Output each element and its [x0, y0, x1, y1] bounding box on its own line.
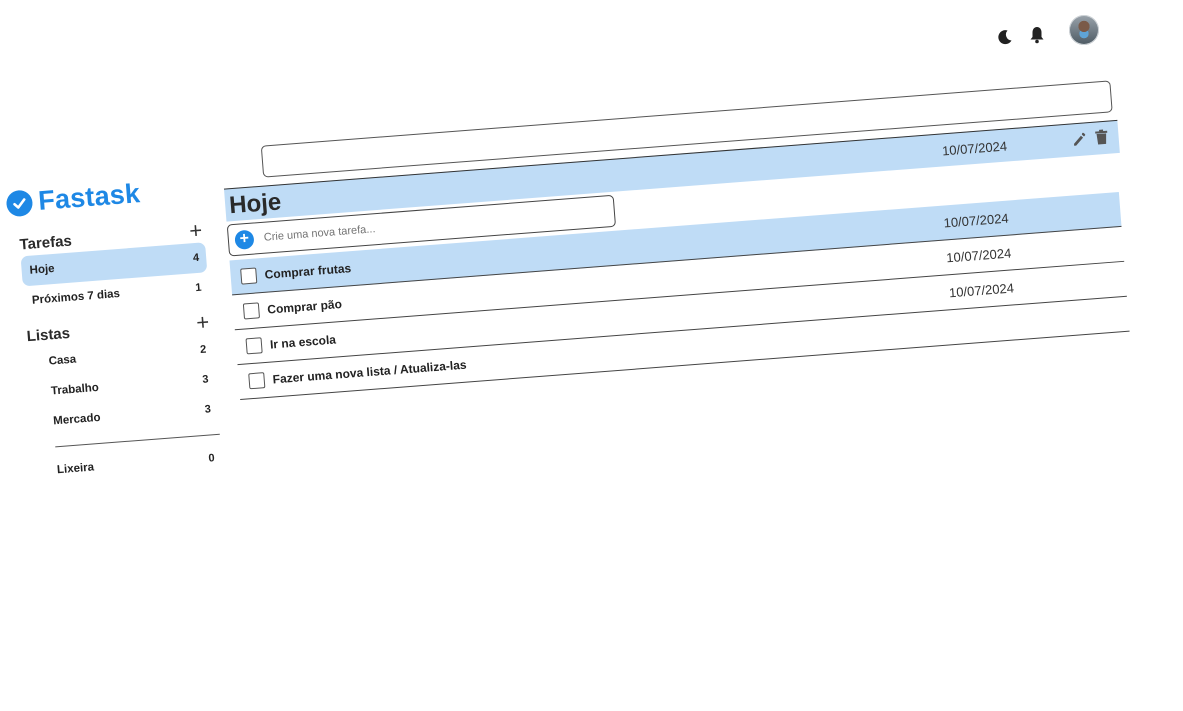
lists-section-title: Listas	[26, 324, 71, 345]
task-title: Ir na escola	[269, 332, 337, 352]
add-task-plus-icon[interactable]: +	[234, 229, 255, 250]
sidebar: Tarefas + Hoje 4 Próximos 7 dias 1 Lista…	[19, 218, 223, 486]
task-date: 10/07/2024	[943, 210, 1010, 231]
edit-icon[interactable]	[1071, 131, 1087, 147]
sidebar-item-lixeira[interactable]: Lixeira 0	[36, 443, 223, 487]
brand-name: Fastask	[37, 178, 142, 216]
task-date: 10/07/2024	[948, 279, 1015, 300]
sidebar-item-count: 2	[199, 343, 207, 356]
task-title: Comprar pão	[266, 296, 343, 317]
sidebar-item-count: 4	[192, 251, 200, 265]
task-title: Fazer uma nova lista / Atualiza-las	[272, 357, 468, 387]
tasks-section-title: Tarefas	[18, 232, 73, 253]
sidebar-item-label: Casa	[48, 353, 77, 368]
sidebar-item-count: 1	[194, 281, 202, 295]
task-checkbox[interactable]	[245, 337, 263, 355]
page-title: Hoje	[228, 188, 283, 220]
task-checkbox[interactable]	[240, 267, 258, 285]
task-date: 10/07/2024	[945, 244, 1012, 265]
main-panel: 10/07/2024 Hoje + Comprar frutas 10/07/2	[221, 80, 1130, 401]
sidebar-item-label: Lixeira	[56, 461, 95, 477]
check-circle-icon	[5, 188, 34, 217]
task-checkbox[interactable]	[242, 302, 261, 320]
sidebar-item-label: Próximos 7 dias	[31, 287, 121, 307]
sidebar-item-label: Trabalho	[50, 381, 100, 398]
sidebar-item-count: 3	[201, 373, 210, 386]
task-checkbox[interactable]	[248, 372, 266, 390]
add-task-plus-icon[interactable]: +	[188, 218, 205, 244]
sidebar-item-count: 3	[204, 403, 212, 416]
task-title: Comprar frutas	[264, 261, 352, 282]
sidebar-item-label: Hoje	[29, 262, 55, 277]
sidebar-item-label: Mercado	[52, 411, 101, 428]
selected-task-date: 10/07/2024	[941, 138, 1008, 159]
sidebar-item-count: 0	[208, 452, 216, 465]
app-container: Fastask Tarefas + Hoje 4 Próximos 7 dias…	[0, 0, 1183, 711]
brand-logo[interactable]: Fastask	[5, 178, 141, 219]
trash-icon[interactable]	[1094, 129, 1109, 146]
add-list-plus-icon[interactable]: +	[195, 309, 212, 335]
